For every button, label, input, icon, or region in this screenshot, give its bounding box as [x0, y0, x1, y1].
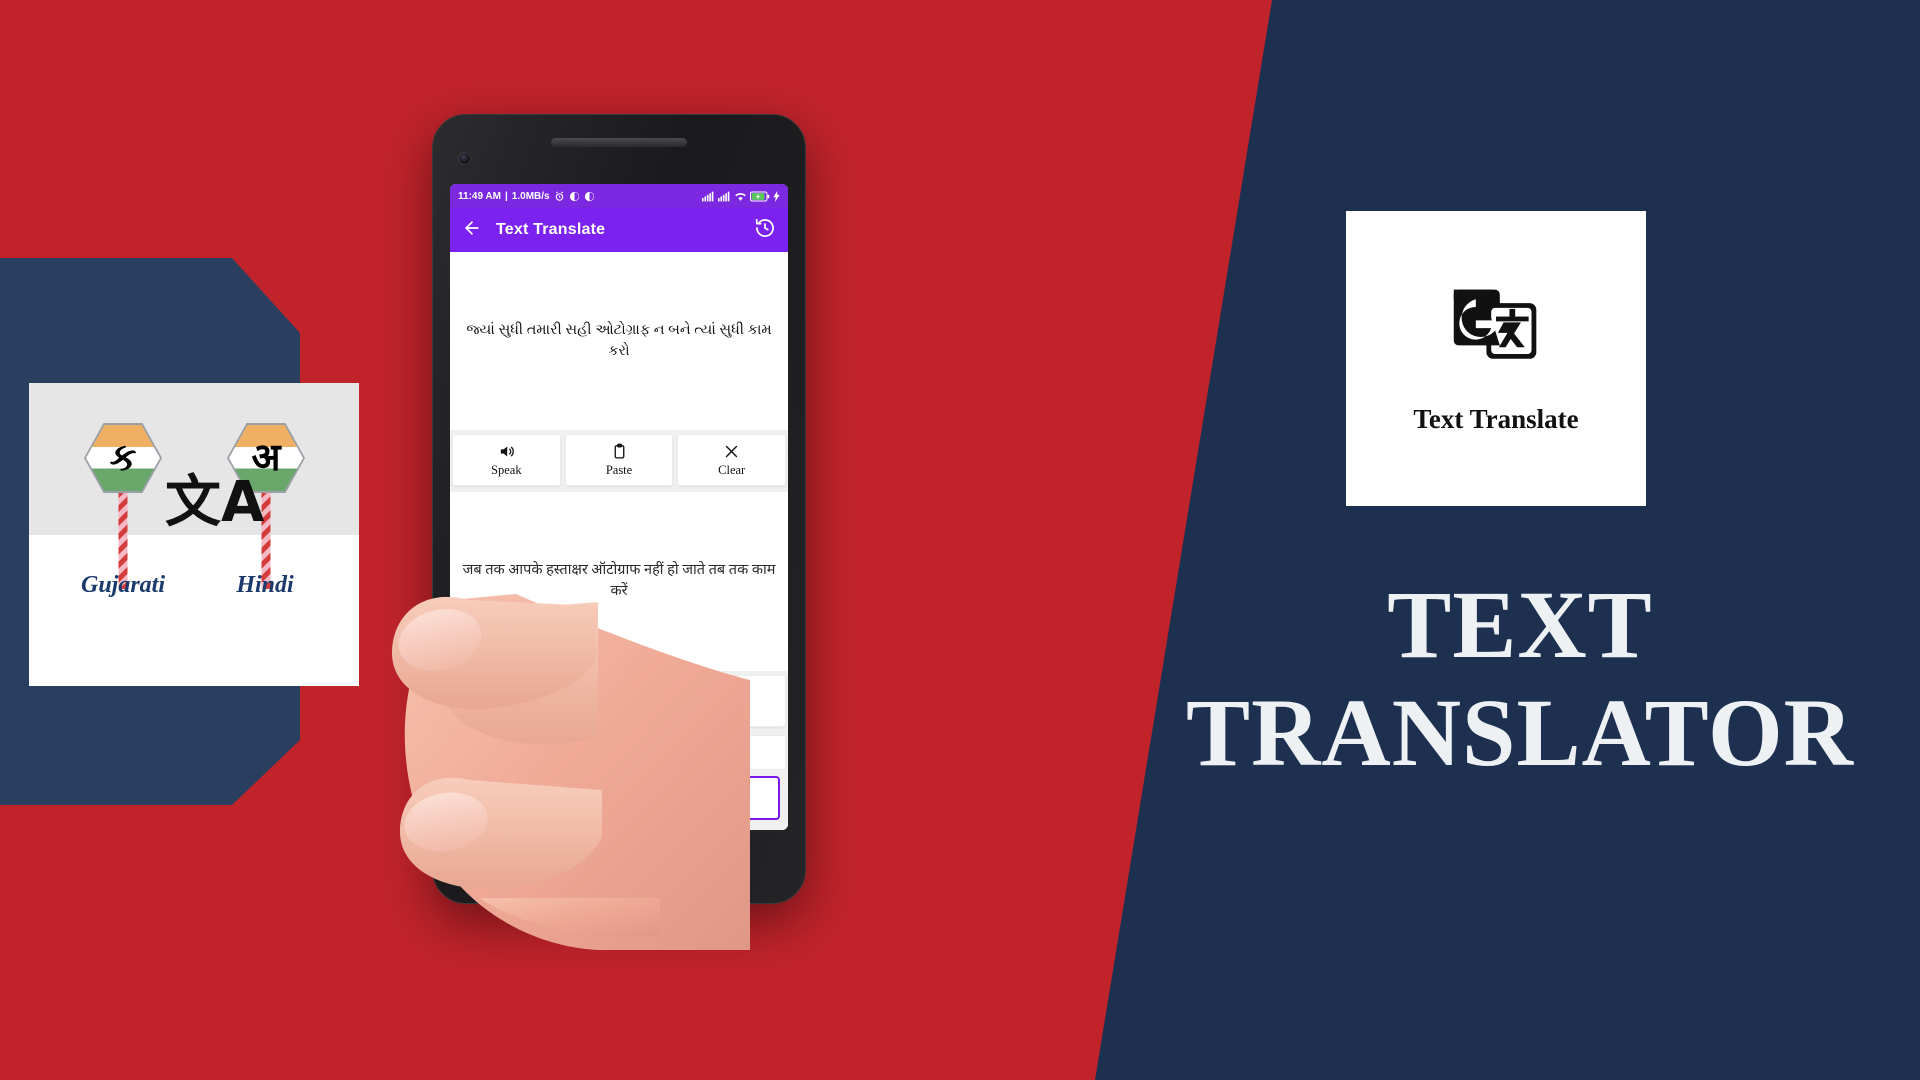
phone-screen: 11:49 AM | 1.0MB/s Text Translate જ્યાં …: [450, 184, 788, 830]
phone-bottom-speaker: [544, 874, 694, 882]
wifi-icon: [734, 191, 747, 202]
charging-bolt-icon: [773, 190, 780, 202]
status-bar-data-speed: 1.0MB/s: [511, 190, 550, 202]
screen-content: જ્યાં સુધી તમારી સહી ઓટોગ્રાફ ન બને ત્યા…: [450, 252, 788, 830]
paste-button[interactable]: Paste: [564, 433, 674, 486]
headline-line-2: TRANSLATOR: [1186, 678, 1854, 786]
clipboard-icon: [611, 443, 628, 460]
source-text: જ્યાં સુધી તમારી સહી ઓટોગ્રાફ ન બને ત્યા…: [466, 321, 772, 359]
history-icon[interactable]: [754, 217, 776, 244]
clear-label: Clear: [718, 462, 746, 477]
google-translate-icon: [1448, 282, 1544, 378]
swap-arrows-icon: [606, 740, 632, 765]
earpiece-speaker: [551, 138, 687, 147]
copy-button[interactable]: Copy: [564, 675, 674, 727]
language-selector-row: Gujarati Hindi: [450, 733, 788, 770]
dnd-icon: [569, 191, 580, 202]
status-bar-time: 11:49 AM: [458, 190, 501, 202]
feature-card: ક अ 文A Gujarati Hindi: [29, 383, 359, 686]
alarm-icon: [554, 190, 565, 202]
speak-target-label: Speak: [491, 704, 522, 718]
signal-bars-icon: [702, 191, 715, 202]
share-button[interactable]: Share: [677, 675, 787, 727]
clear-button[interactable]: Clear: [677, 433, 787, 486]
close-x-icon: [723, 443, 740, 460]
app-icon-card: Text Translate: [1346, 211, 1646, 506]
target-action-row: Speak Copy Share: [450, 671, 788, 733]
source-action-row: Speak Paste Clear: [450, 429, 788, 492]
app-bar: Text Translate: [450, 208, 788, 252]
copy-label: Copy: [605, 704, 633, 718]
share-icon: [723, 684, 740, 701]
speak-target-button[interactable]: Speak: [452, 675, 561, 727]
app-card-title: Text Translate: [1413, 404, 1579, 434]
source-language-flag-group: ક: [84, 423, 162, 589]
speak-source-button[interactable]: Speak: [452, 433, 561, 486]
dnd-icon: [584, 191, 595, 202]
source-language-selector[interactable]: Gujarati: [452, 735, 590, 770]
paste-label: Paste: [605, 462, 633, 477]
india-flag-hexagon-icon: ક: [84, 423, 162, 493]
phone-mockup: 11:49 AM | 1.0MB/s Text Translate જ્યાં …: [432, 114, 806, 904]
back-arrow-icon[interactable]: [462, 218, 482, 243]
source-text-panel[interactable]: જ્યાં સુધી તમારી સહી ઓટોગ્રાફ ન બને ત્યા…: [450, 252, 788, 430]
target-language-selector[interactable]: Hindi: [648, 735, 786, 770]
feature-card-target-label: Hindi: [236, 572, 294, 598]
translate-button[interactable]: Translate: [458, 776, 780, 820]
share-label: Share: [717, 704, 746, 718]
translate-button-container: Translate: [450, 770, 788, 830]
translate-glyph-icon: 文A: [165, 470, 265, 535]
status-bar: 11:49 AM | 1.0MB/s: [450, 184, 788, 208]
speaker-icon: [498, 684, 515, 701]
target-text: जब तक आपके हस्ताक्षर ऑटोग्राफ नहीं हो जा…: [462, 561, 776, 600]
source-language-char: ક: [109, 437, 137, 479]
headline-line-1: TEXT: [1387, 571, 1653, 678]
app-bar-title: Text Translate: [496, 221, 606, 238]
status-bar-separator: |: [504, 190, 508, 202]
phone-top-bezel: [458, 130, 780, 176]
signal-bars-icon: [718, 191, 731, 202]
front-camera: [458, 152, 471, 165]
promo-headline: TEXT TRANSLATOR: [1150, 571, 1890, 789]
speak-source-label: Speak: [491, 462, 522, 477]
feature-card-source-label: Gujarati: [80, 572, 166, 598]
copy-icon: [611, 684, 628, 701]
speaker-icon: [498, 443, 515, 460]
swap-languages-button[interactable]: [593, 735, 645, 770]
target-text-panel[interactable]: जब तक आपके हस्ताक्षर ऑटोग्राफ नहीं हो जा…: [450, 491, 788, 671]
battery-charging-icon: [750, 191, 770, 202]
